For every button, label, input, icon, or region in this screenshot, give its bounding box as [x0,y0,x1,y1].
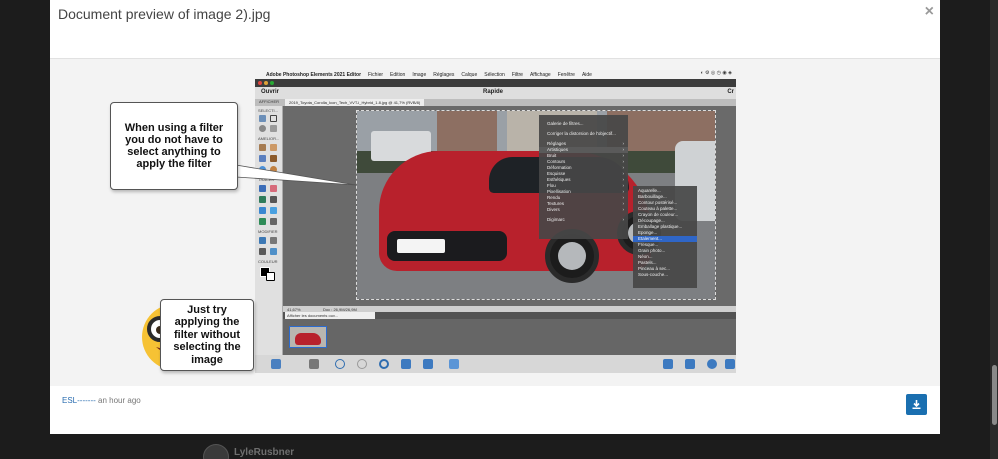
mac-status-icons: ◐ ⚙ ◎ ◷ ◉ ◈ [700,70,732,76]
callout-bottom: Just try applying the filter without sel… [160,299,254,371]
photo-bin-icon [271,359,281,369]
mac-menu-bar: Adobe Photoshop Elements 2021 Editor Fic… [255,70,736,79]
scrollbar-thumb[interactable] [992,365,997,425]
pse-top-toolbar: Ouvrir Rapide Cr [255,87,736,99]
rapide-mode-tab: Rapide [483,89,504,95]
author-line: ESL------- an hour ago [62,396,141,405]
marquee-tool-icon [270,115,277,122]
image-canvas: Galerie de filtres... Corriger la distor… [283,106,736,306]
timestamp: an hour ago [98,396,141,405]
recompose-tool-icon [270,237,277,244]
close-dot-icon [258,81,262,85]
minimize-dot-icon [264,81,268,85]
background-avatar [203,444,229,459]
afficher-label: AFFICHER [259,99,279,104]
bin-select: Afficher les documents ouv... [285,312,375,319]
photo-bin [283,319,736,355]
pse-bottom-bar [255,355,736,373]
bucket-tool-icon [259,196,266,203]
document-preview-modal: Document preview of image 2).jpg × Adobe… [50,0,940,434]
menu-aide: Aide [581,71,592,78]
menu-fichier: Fichier [368,71,384,78]
move-tool-icon [259,115,266,122]
layout-icon [401,359,411,369]
effects-icon [685,359,695,369]
submenu-item: Sous-couche... [638,272,669,277]
filter-menu-item: Corriger la distorsion de l'objectif... [547,131,616,136]
modal-title: Document preview of image 2).jpg [58,6,271,22]
custom-shape-tool-icon [270,207,277,214]
bin-thumbnail [289,326,327,348]
background-username: LyleRusbner [234,447,295,458]
photoshop-elements-screenshot: Adobe Photoshop Elements 2021 Editor Fic… [255,70,736,373]
callout-pointer [236,164,356,186]
filter-menu: Galerie de filtres... Corriger la distor… [539,115,628,239]
crop-tool-icon [259,237,266,244]
gradient-tool-icon [270,196,277,203]
layers-icon [663,359,673,369]
tools-label-enhance: AMELIOR... [258,136,280,141]
menu-selection: Sélection [484,71,505,78]
background-color-icon [266,272,275,281]
ouvrir-button: Ouvrir [261,89,280,95]
shape-tool-icon [259,207,266,214]
modal-header: Document preview of image 2).jpg × [50,0,940,59]
create-label: Cr [727,89,734,95]
tools-label-color: COULEUR [258,259,278,264]
filter-menu-item: Divers › [547,207,624,212]
menu-image: Image [412,71,427,78]
menu-filtre: Filtre [511,71,523,78]
tool-options-icon [309,359,319,369]
window-titlebar [255,79,736,87]
undo-icon [335,359,345,369]
home-screen-icon [449,359,459,369]
menu-reglages: Réglages [433,71,455,78]
wand-tool-icon [270,125,277,132]
artistic-submenu: Aquarelle... Barbouillage... Contour pos… [633,186,697,288]
rotate-icon [379,359,389,369]
page-scrollbar[interactable] [990,0,998,459]
eye-tool-icon [259,144,266,151]
straighten-tool-icon [270,248,277,255]
tools-label-modify: MODIFIER [258,229,278,234]
callout-top: When using a filter you do not have to s… [110,102,238,190]
preview-area: Adobe Photoshop Elements 2021 Editor Fic… [50,59,940,386]
pencil-tool-icon [270,218,277,225]
menu-edition: Edition [390,71,406,78]
menu-fenetre: Fenêtre [557,71,575,78]
download-button[interactable] [906,394,927,415]
document-tab: 2019_Toyota_Corolla_Icon_Tech_VVT-i_Hybr… [285,99,425,106]
pse-doc-bar: AFFICHER 2019_Toyota_Corolla_Icon_Tech_V… [255,99,736,106]
spot-heal-tool-icon [270,144,277,151]
menu-affichage: Affichage [529,71,551,78]
close-button[interactable]: × [925,3,934,21]
menu-calque: Calque [461,71,478,78]
zoom-dot-icon [270,81,274,85]
tools-label-select: SELECTI... [258,108,279,113]
filters-icon [707,359,717,369]
redo-icon [357,359,367,369]
license-plate [397,239,445,253]
author-link[interactable]: ESL------- [62,396,96,405]
type-tool-icon [259,218,266,225]
modal-footer: ESL------- an hour ago [50,386,940,434]
tools-panel: SELECTI... AMELIOR... TRACER MODIFIER CO… [255,106,283,360]
download-icon [912,400,921,409]
styles-icon [725,359,735,369]
menu-app: Adobe Photoshop Elements 2021 Editor [266,71,362,78]
filter-menu-item: Digimarc › [547,217,624,222]
lasso-tool-icon [259,125,266,132]
filter-menu-item: Galerie de filtres... [547,121,584,126]
content-move-tool-icon [259,248,266,255]
organizer-icon [423,359,433,369]
